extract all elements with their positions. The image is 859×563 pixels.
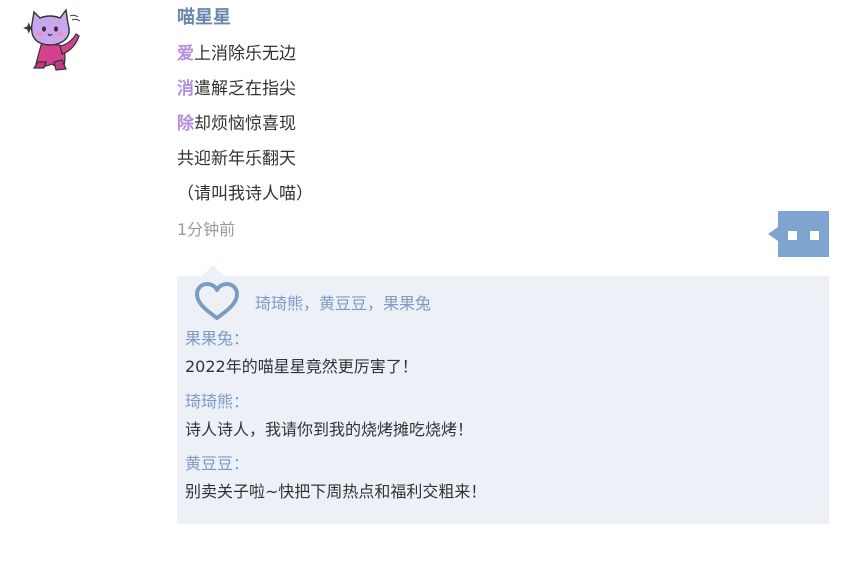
comment-author[interactable]: 黄豆豆： bbox=[185, 452, 249, 476]
more-actions-button[interactable] bbox=[768, 211, 830, 257]
heart-icon[interactable] bbox=[195, 282, 239, 322]
post-page: 喵星星 爱上消除乐无边 消遣解乏在指尖 除却烦恼惊喜现 共迎新年乐翻天 （请叫我… bbox=[0, 0, 859, 563]
comment-text: 诗人诗人，我请你到我的烧烤摊吃烧烤！ bbox=[185, 420, 474, 439]
poem-text: 遣解乏在指尖 bbox=[194, 79, 296, 99]
poem-line-1: 爱上消除乐无边 bbox=[177, 42, 296, 66]
acrostic-char: 爱 bbox=[177, 44, 194, 64]
poem-line-2: 消遣解乏在指尖 bbox=[177, 77, 296, 101]
poem-text: （请叫我诗人喵） bbox=[177, 184, 313, 204]
comments-pointer bbox=[202, 265, 224, 276]
avatar[interactable] bbox=[22, 4, 86, 72]
liked-by-names[interactable]: 琦琦熊，黄豆豆，果果兔 bbox=[255, 292, 431, 316]
poem-line-4: 共迎新年乐翻天 bbox=[177, 147, 296, 171]
comment-author[interactable]: 果果兔： bbox=[185, 327, 249, 351]
comment-text: 2022年的喵星星竟然更厉害了！ bbox=[185, 357, 418, 376]
cat-avatar-icon bbox=[23, 8, 81, 71]
post-timestamp: 1分钟前 bbox=[177, 220, 236, 239]
comments-panel: 琦琦熊，黄豆豆，果果兔 果果兔： 2022年的喵星星竟然更厉害了！ 琦琦熊： 诗… bbox=[177, 276, 829, 524]
acrostic-char: 消 bbox=[177, 79, 194, 99]
dot-icon bbox=[788, 231, 797, 240]
username[interactable]: 喵星星 bbox=[177, 6, 231, 30]
poem-text: 上消除乐无边 bbox=[194, 44, 296, 64]
button-tail bbox=[768, 227, 778, 241]
comment-author[interactable]: 琦琦熊： bbox=[185, 390, 249, 414]
comment-text: 别卖关子啦~快把下周热点和福利交粗来！ bbox=[185, 482, 487, 501]
poem-text: 共迎新年乐翻天 bbox=[177, 149, 296, 169]
dot-icon bbox=[810, 231, 819, 240]
poem-line-5: （请叫我诗人喵） bbox=[177, 182, 313, 206]
button-body bbox=[778, 211, 829, 257]
poem-line-3: 除却烦恼惊喜现 bbox=[177, 112, 296, 136]
acrostic-char: 除 bbox=[177, 114, 194, 134]
poem-text: 却烦恼惊喜现 bbox=[194, 114, 296, 134]
